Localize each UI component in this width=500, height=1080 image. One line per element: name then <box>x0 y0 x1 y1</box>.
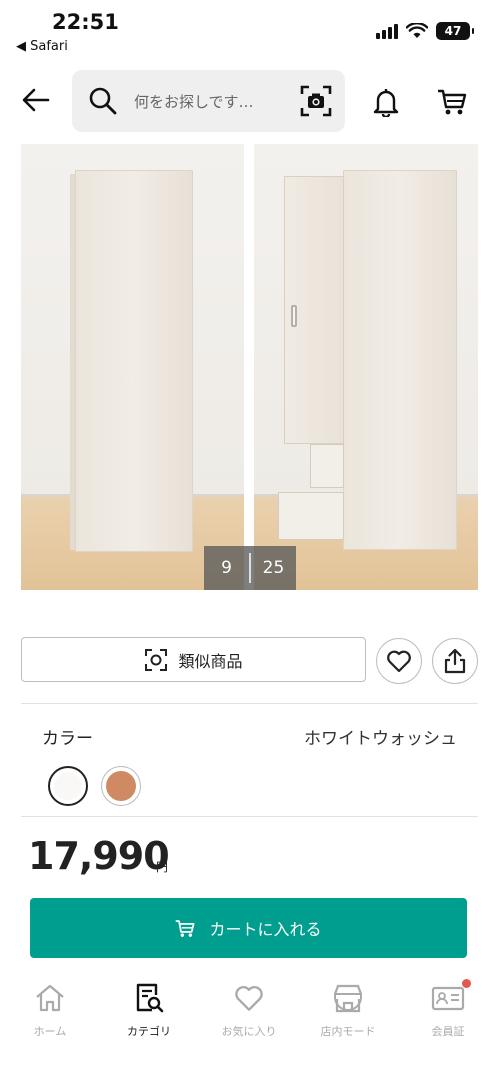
color-swatch-white[interactable] <box>48 766 88 806</box>
category-search-icon <box>136 983 164 1013</box>
cabinet-open-image <box>343 170 457 550</box>
member-card-icon <box>431 986 465 1011</box>
similar-products-button[interactable]: 類似商品 <box>21 637 366 682</box>
product-actions: 類似商品 <box>0 634 500 684</box>
camera-search-button[interactable] <box>299 84 333 118</box>
similar-products-label: 類似商品 <box>178 651 243 671</box>
bottom-tab-bar: ホーム カテゴリ お気に入り 店内モード 会員証 <box>0 975 500 1080</box>
notification-dot <box>462 979 471 988</box>
tab-category[interactable]: カテゴリ <box>99 981 199 1041</box>
search-input[interactable]: 何をお探しです… <box>72 70 345 132</box>
color-label: カラー <box>42 729 93 749</box>
status-bar: 22:51 ◀ Safari 47 <box>0 0 500 60</box>
back-arrow-icon <box>22 88 50 112</box>
product-photo-open <box>254 144 478 590</box>
cabinet-closed-image <box>75 170 193 552</box>
search-placeholder: 何をお探しです… <box>134 93 254 111</box>
heart-icon <box>235 985 263 1011</box>
selected-color-name: ホワイトウォッシュ <box>304 729 457 749</box>
product-image-gallery[interactable]: 9 25 <box>0 144 500 590</box>
drawer-image <box>310 444 344 488</box>
status-icons: 47 <box>376 22 474 40</box>
drawer-image <box>278 492 344 540</box>
share-icon <box>444 648 466 674</box>
add-to-cart-label: カートに入れる <box>209 920 322 939</box>
tab-member-card-label: 会員証 <box>431 1025 465 1038</box>
cellular-signal-icon <box>376 23 398 39</box>
divider <box>21 703 478 704</box>
tab-member-card[interactable]: 会員証 <box>398 979 498 1041</box>
add-to-cart-button[interactable]: カートに入れる <box>30 898 467 958</box>
notifications-button[interactable] <box>368 82 404 122</box>
status-time: 22:51 <box>52 10 119 34</box>
cart-icon <box>438 89 467 115</box>
image-counter-total: 25 <box>262 558 285 578</box>
home-icon <box>36 984 64 1012</box>
tab-store-mode[interactable]: 店内モード <box>298 981 398 1041</box>
share-button[interactable] <box>432 638 478 684</box>
color-swatch-brown[interactable] <box>101 766 141 806</box>
back-to-safari-link[interactable]: ◀ Safari <box>16 39 68 54</box>
top-navigation: 何をお探しです… <box>0 62 500 140</box>
search-icon <box>89 87 117 115</box>
cabinet-door-image <box>284 176 344 444</box>
tab-category-label: カテゴリ <box>127 1025 171 1038</box>
bell-icon <box>373 89 399 117</box>
tab-favorites[interactable]: お気に入り <box>199 981 299 1041</box>
battery-indicator: 47 <box>436 22 474 40</box>
tab-home[interactable]: ホーム <box>0 981 100 1041</box>
heart-icon <box>387 650 411 673</box>
tab-favorites-label: お気に入り <box>221 1025 277 1038</box>
cart-icon <box>176 919 196 937</box>
camera-scan-icon <box>300 85 332 117</box>
product-photo-front <box>21 144 244 590</box>
price-unit: 円 <box>156 860 169 874</box>
tab-store-mode-label: 店内モード <box>320 1025 376 1038</box>
image-counter-current: 9 <box>221 558 232 578</box>
store-icon <box>333 984 363 1013</box>
wifi-icon <box>406 23 428 38</box>
scan-icon <box>145 648 168 671</box>
divider <box>21 816 478 817</box>
image-counter: 9 25 <box>204 546 296 590</box>
favorite-button[interactable] <box>376 638 422 684</box>
cart-button[interactable] <box>434 82 470 122</box>
tab-home-label: ホーム <box>33 1025 67 1038</box>
price-amount: 17,990 <box>28 834 170 878</box>
back-button[interactable] <box>14 78 58 122</box>
